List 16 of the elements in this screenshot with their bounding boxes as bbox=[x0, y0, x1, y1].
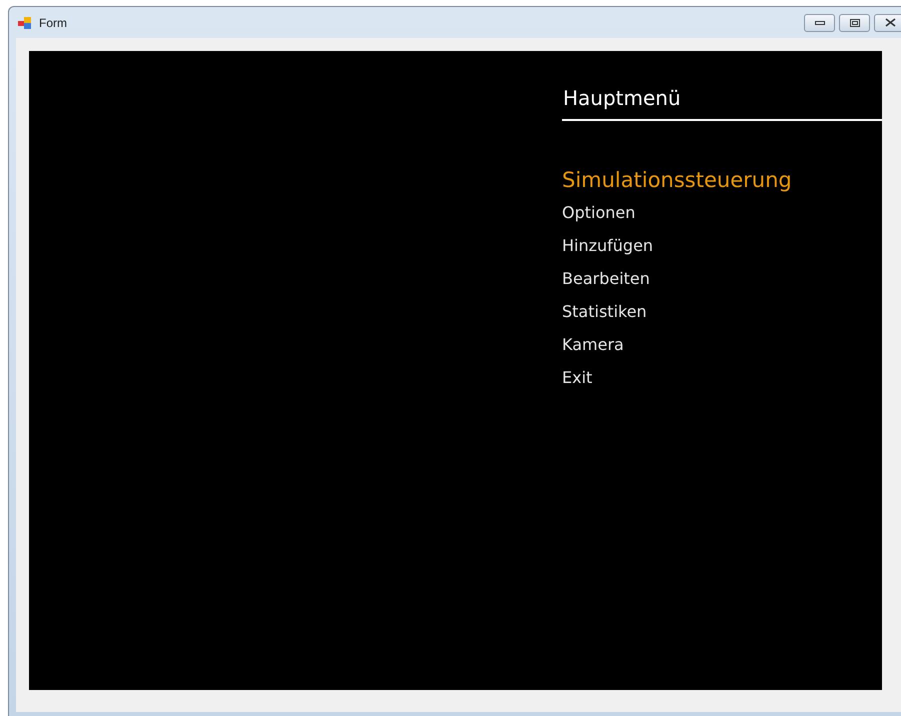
app-icon bbox=[18, 16, 32, 30]
window-title: Form bbox=[39, 14, 67, 32]
menu-title: Hauptmenü bbox=[562, 85, 682, 112]
close-button[interactable] bbox=[874, 14, 901, 32]
menu-item[interactable]: Statistiken bbox=[562, 295, 647, 328]
menu-item[interactable]: Simulationssteuerung bbox=[562, 165, 792, 196]
close-icon bbox=[885, 18, 896, 27]
menu-item[interactable]: Bearbeiten bbox=[562, 262, 650, 295]
menu-item[interactable]: Kamera bbox=[562, 328, 624, 361]
menu-item[interactable]: Optionen bbox=[562, 196, 636, 229]
menu-item[interactable]: Hinzufügen bbox=[562, 229, 654, 262]
maximize-button[interactable] bbox=[839, 14, 870, 32]
minimize-icon bbox=[814, 20, 824, 24]
menu-item[interactable]: Exit bbox=[562, 361, 592, 394]
maximize-icon bbox=[850, 18, 860, 26]
minimize-button[interactable] bbox=[804, 14, 835, 32]
